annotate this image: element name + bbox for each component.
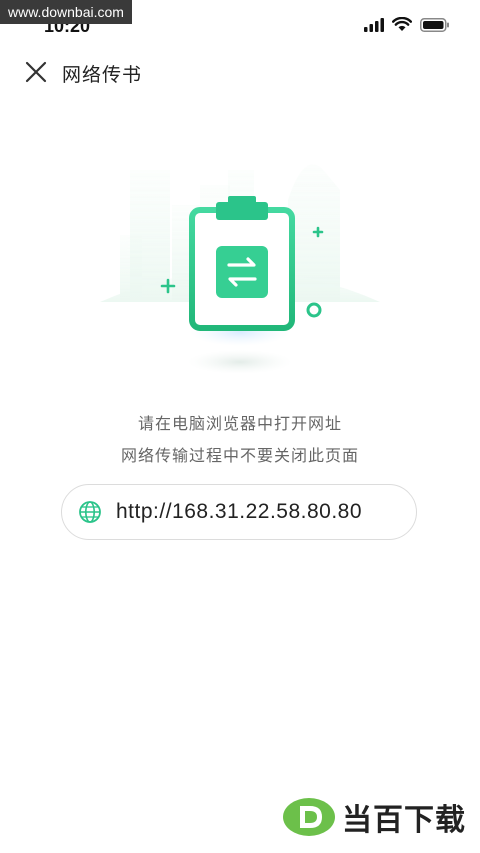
url-text[interactable]: http://168.31.22.58.80.80	[116, 500, 362, 524]
navigation-bar: 网络传书	[0, 52, 480, 92]
page-title: 网络传书	[62, 64, 143, 86]
brand-logo	[283, 798, 335, 836]
watermark-banner: www.downbai.com	[0, 0, 132, 24]
battery-icon	[420, 17, 449, 32]
transfer-illustration	[0, 130, 480, 390]
wifi-icon	[392, 17, 412, 31]
brand-watermark: 当百下载	[282, 795, 466, 839]
instruction-line-2: 网络传输过程中不要关闭此页面	[120, 446, 359, 465]
clipboard-transfer-illustration	[100, 164, 380, 374]
globe-icon	[79, 501, 101, 523]
instruction-line-1: 请在电脑浏览器中打开网址	[137, 414, 342, 433]
close-button[interactable]	[22, 58, 50, 86]
cellular-signal-icon	[364, 17, 384, 32]
brand-name: 当百下载	[342, 803, 466, 838]
status-icons	[364, 17, 450, 32]
close-icon	[25, 61, 47, 83]
url-display[interactable]: http://168.31.22.58.80.80	[61, 484, 417, 540]
